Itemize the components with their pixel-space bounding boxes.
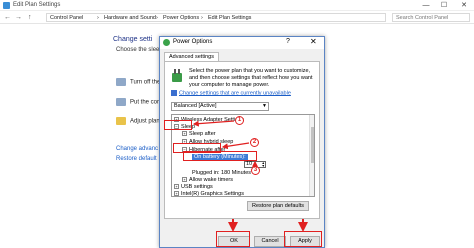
annotation-arrows <box>192 120 308 232</box>
